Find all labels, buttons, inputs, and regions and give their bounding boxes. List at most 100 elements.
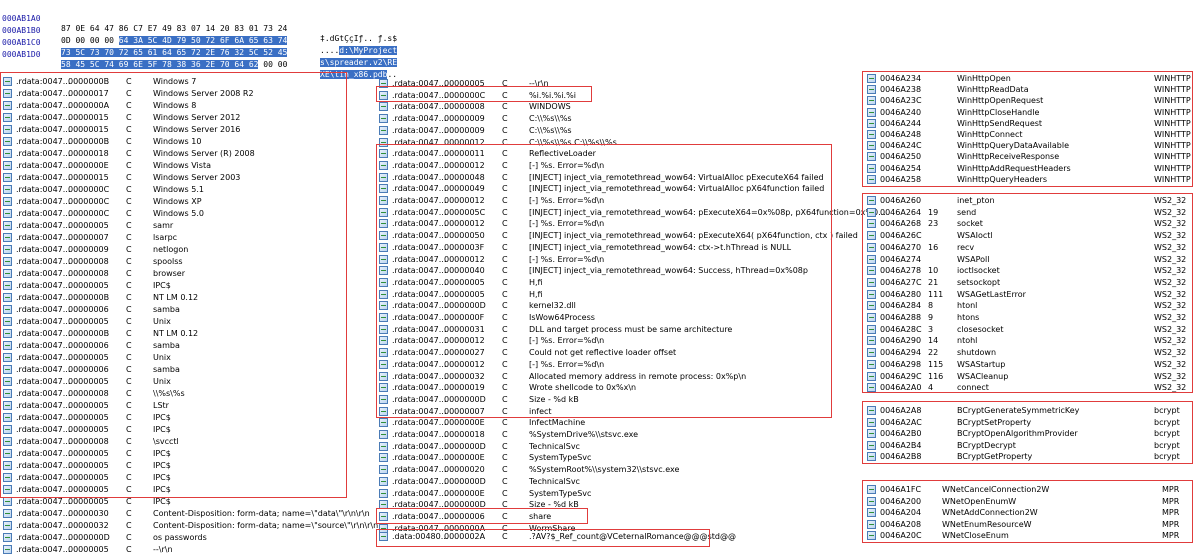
string-cell: Windows 10 xyxy=(153,137,202,146)
library-cell: bcrypt xyxy=(1154,440,1180,450)
string-item-icon xyxy=(379,383,388,393)
import-name-cell: BCryptSetProperty xyxy=(957,417,1032,427)
ordinal-cell: 22 xyxy=(928,348,939,358)
type-cell: C xyxy=(502,277,508,287)
type-cell: C xyxy=(502,207,508,217)
length-cell: 0000000E xyxy=(444,453,485,463)
address-cell: .rdata:0047... xyxy=(392,418,447,428)
length-cell: 0000000B xyxy=(68,77,110,86)
string-item-icon xyxy=(867,359,876,369)
string-item-icon xyxy=(867,336,876,346)
string-cell: TechnicalSvc xyxy=(529,441,580,451)
string-item-icon xyxy=(379,184,388,194)
hex-view: 000AB1A0 87 0E 64 47 86 C7 E7 49 83 07 1… xyxy=(0,0,420,79)
import-name-cell: WSAGetLastError xyxy=(957,289,1026,299)
length-cell: 00000009 xyxy=(444,125,485,135)
type-cell: C xyxy=(502,465,508,475)
string-cell: lsarpc xyxy=(153,233,178,242)
imports-mpr-list: 0046A1FC WNetCancelConnection2W MPR 0046A20… xyxy=(864,482,1194,542)
address-cell: .rdata:0047... xyxy=(16,293,71,302)
length-cell: 00000020 xyxy=(444,465,485,475)
address-cell: .rdata:0047... xyxy=(16,425,71,434)
string-item-icon xyxy=(867,452,876,461)
address-cell: .rdata:0047... xyxy=(392,114,447,124)
string-cell: IPC$ xyxy=(153,473,171,482)
hex-ascii-selected[interactable]: d:\MyProject xyxy=(339,46,398,55)
hex-bytes: 73 5C 73 70 72 65 61 64 65 72 2E 76 32 5… xyxy=(61,48,288,58)
string-cell: SystemTypeSvc xyxy=(529,453,592,463)
type-cell: C xyxy=(502,313,508,322)
string-cell: \svcctl xyxy=(153,437,179,446)
address-cell: .rdata:0047... xyxy=(16,449,71,458)
hex-ascii-plain: .... xyxy=(320,46,340,55)
length-cell: 0000000D xyxy=(444,301,486,311)
string-cell: NT LM 0.12 xyxy=(153,329,199,338)
address-cell: .rdata:0047... xyxy=(392,348,447,358)
address-cell: .rdata:0047... xyxy=(392,301,447,311)
type-cell: C xyxy=(126,221,132,230)
import-name-cell: WNetCloseEnum xyxy=(942,531,1009,540)
length-cell: 00000005 xyxy=(444,79,485,88)
library-cell: WS2_32 xyxy=(1154,207,1187,217)
address-cell: 0046A208 xyxy=(880,519,922,529)
address-cell: .rdata:0047... xyxy=(16,545,71,554)
hex-ascii-selected[interactable]: s\spreader.v2\RE xyxy=(320,58,398,67)
import-name-cell: WinHttpOpen xyxy=(957,74,1011,83)
string-item-icon xyxy=(867,207,876,217)
length-cell: 00000005 xyxy=(68,281,109,290)
string-item-icon xyxy=(867,163,876,173)
address-cell: 0046A294 xyxy=(880,348,922,358)
length-cell: 00000040 xyxy=(444,266,485,276)
hex-bytes-selected[interactable]: 58 45 5C 74 69 6E 5F 78 38 36 2E 70 64 6… xyxy=(61,60,259,69)
address-cell: .rdata:0047... xyxy=(392,313,447,322)
length-cell: 00000005 xyxy=(68,221,109,230)
string-cell: NT LM 0.12 xyxy=(153,293,199,302)
address-cell: .rdata:0047... xyxy=(16,245,71,254)
import-name-cell: ioctlsocket xyxy=(957,266,1000,276)
address-cell: 0046A268 xyxy=(880,219,922,229)
import-name-cell: connect xyxy=(957,383,989,393)
type-cell: C xyxy=(126,197,132,206)
string-cell: samba xyxy=(153,305,180,314)
string-cell: --\r\n xyxy=(529,79,549,88)
library-cell: WINHTTP xyxy=(1154,152,1191,162)
length-cell: 00000007 xyxy=(68,233,109,242)
type-cell: C xyxy=(502,430,508,439)
type-cell: C xyxy=(126,101,132,110)
address-cell: 0046A298 xyxy=(880,359,922,369)
string-item-icon xyxy=(3,173,12,182)
string-item-icon xyxy=(867,301,876,311)
string-item-icon xyxy=(3,209,12,218)
string-cell: Windows Vista xyxy=(153,161,211,170)
string-item-icon xyxy=(867,130,876,139)
string-item-icon xyxy=(867,254,876,264)
length-cell: 00000009 xyxy=(68,245,109,254)
string-cell: Windows 8 xyxy=(153,101,197,110)
string-item-icon xyxy=(867,348,876,358)
type-cell: C xyxy=(126,113,132,122)
address-cell: .rdata:0047... xyxy=(392,289,447,299)
address-cell: .rdata:0047... xyxy=(392,90,447,100)
address-cell: .rdata:0047... xyxy=(16,509,71,518)
hex-bytes-selected[interactable]: 73 5C 73 70 72 65 61 64 65 72 2E 76 32 5… xyxy=(61,48,288,57)
type-cell: C xyxy=(502,231,508,241)
address-cell: 0046A244 xyxy=(880,118,922,128)
address-cell: .rdata:0047... xyxy=(16,365,71,374)
hex-bytes-selected[interactable]: 64 3A 5C 4D 79 50 72 6F 6A 65 63 74 xyxy=(118,36,288,45)
import-name-cell: WinHttpQueryDataAvailable xyxy=(957,141,1070,151)
string-cell: os passwords xyxy=(153,533,207,542)
address-cell: .rdata:0047... xyxy=(16,233,71,242)
library-cell: WS2_32 xyxy=(1154,196,1187,205)
address-cell: 0046A28C xyxy=(880,324,922,334)
string-cell: DLL and target process must be same arch… xyxy=(529,324,733,334)
address-cell: 0046A284 xyxy=(880,301,922,311)
address-cell: .rdata:0047... xyxy=(392,441,447,451)
type-cell: C xyxy=(502,532,508,541)
string-item-icon xyxy=(3,305,12,314)
ordinal-cell: 23 xyxy=(928,219,939,229)
string-cell: Allocated memory address in remote proce… xyxy=(529,371,747,381)
address-cell: .rdata:0047... xyxy=(16,137,71,146)
length-cell: 00000005 xyxy=(68,497,109,506)
string-item-icon xyxy=(867,313,876,322)
type-cell: C xyxy=(502,149,508,159)
